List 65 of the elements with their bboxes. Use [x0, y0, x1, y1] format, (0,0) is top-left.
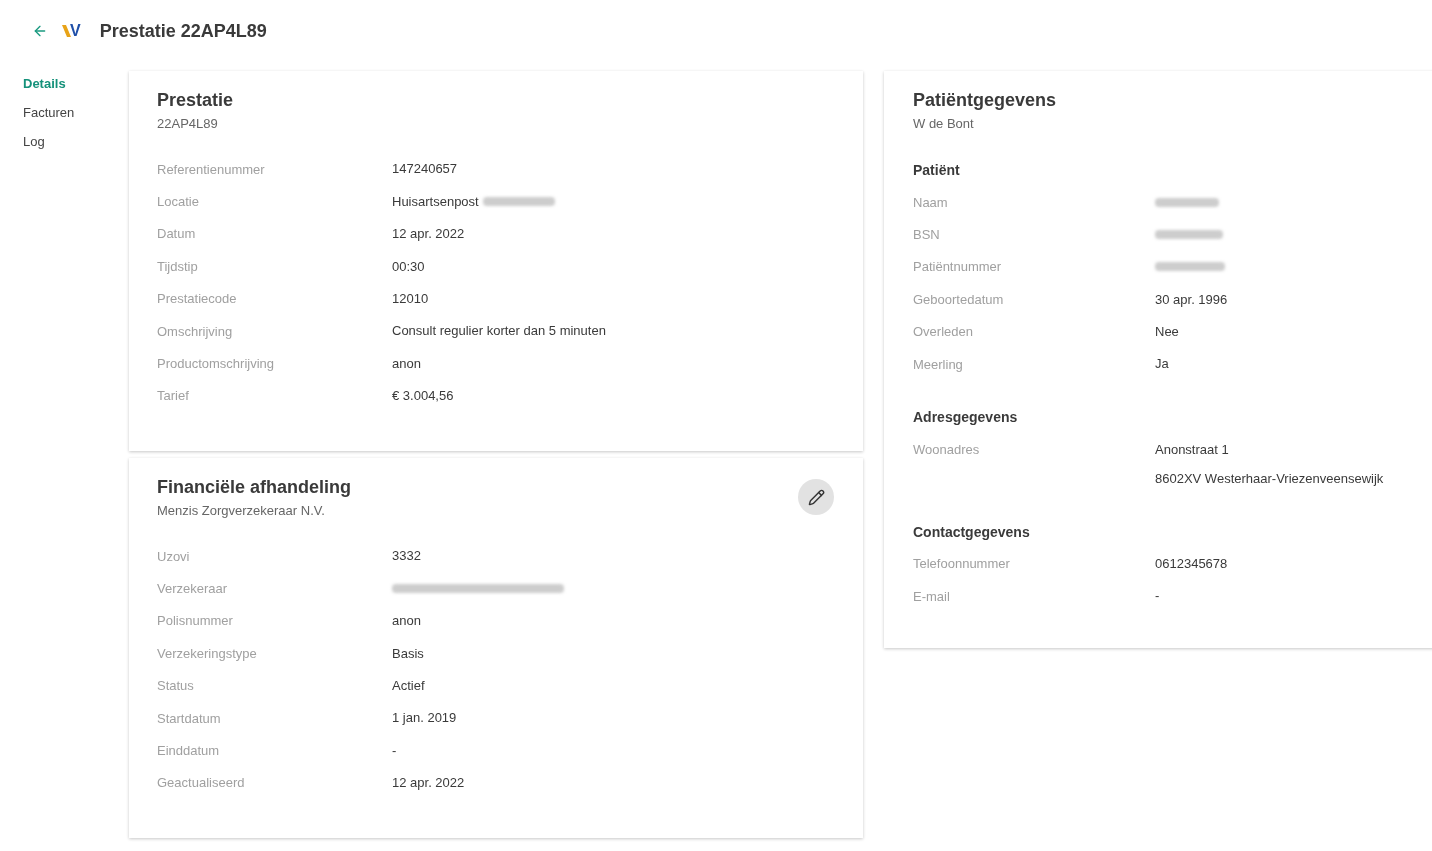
- field-label: Omschrijving: [157, 323, 233, 339]
- field-value: -: [1155, 587, 1160, 606]
- field-label: Uzovi: [157, 548, 190, 564]
- logo-mark-icon: [62, 25, 71, 37]
- section-heading: Adresgegevens: [913, 408, 1019, 428]
- nav-link[interactable]: Facturen: [23, 98, 75, 127]
- field-label: Einddatum: [157, 742, 220, 758]
- card-subtitle: Menzis Zorgverzekeraar N.V.: [157, 502, 326, 520]
- field-label: E-mail: [913, 588, 950, 604]
- field-value: Huisartsenpost: [392, 192, 479, 211]
- field-label: Datum: [157, 226, 196, 242]
- field-label: Geactualiseerd: [157, 775, 245, 791]
- field-label: Productomschrijving: [157, 355, 275, 371]
- field-value: 00:30: [392, 257, 425, 276]
- field-value: € 3.004,56: [392, 387, 454, 406]
- nav-link[interactable]: Log: [23, 127, 45, 156]
- field-value: Actief: [392, 676, 425, 695]
- field-value: Anonstraat 1: [1155, 440, 1229, 459]
- field-label: Locatie: [157, 194, 199, 210]
- field-label: Overleden: [913, 324, 973, 340]
- field-value: 147240657: [392, 160, 458, 179]
- field-label: Polisnummer: [157, 613, 233, 629]
- card-subtitle: W de Bont: [913, 115, 975, 133]
- field-label: BSN: [913, 227, 940, 243]
- field-value: Consult regulier korter dan 5 minuten: [392, 322, 606, 341]
- field-value: 12010: [392, 289, 429, 308]
- field-label: Meerling: [913, 356, 963, 372]
- card-subtitle: 22AP4L89: [157, 115, 219, 133]
- pencil-icon: [807, 488, 825, 506]
- nav-link[interactable]: Details: [23, 69, 66, 98]
- field-label: Referentienummer: [157, 161, 265, 177]
- field-value: 0612345678: [1155, 555, 1228, 574]
- field-value: 1 jan. 2019: [392, 709, 457, 728]
- field-value: anon: [392, 354, 421, 373]
- field-value: anon: [392, 612, 421, 631]
- section-heading: Patiënt: [913, 161, 961, 180]
- field-label: Tarief: [157, 388, 189, 404]
- section-heading: Contactgegevens: [913, 522, 1031, 542]
- field-label: Telefoonnummer: [913, 556, 1010, 572]
- field-label: Status: [157, 678, 194, 694]
- field-value: Ja: [1155, 355, 1169, 374]
- card-title: Patiëntgegevens: [913, 89, 1057, 112]
- field-value: Nee: [1155, 322, 1179, 341]
- field-label: Woonadres: [913, 441, 980, 457]
- field-label: Prestatiecode: [157, 291, 237, 307]
- field-value: 12 apr. 2022: [392, 225, 465, 244]
- page-title: Prestatie 22AP4L89: [99, 19, 267, 43]
- field-value: 3332: [392, 547, 421, 566]
- field-label: Verzekeringstype: [157, 645, 257, 661]
- field-label: Geboortedatum: [913, 291, 1004, 307]
- field-label: Startdatum: [157, 710, 221, 726]
- logo-text: V: [70, 23, 81, 39]
- card-title: Financiële afhandeling: [157, 476, 352, 499]
- field-value: 12 apr. 2022: [392, 774, 465, 793]
- card-title: Prestatie: [157, 89, 234, 112]
- field-value: Basis: [392, 644, 424, 663]
- field-label: Verzekeraar: [157, 581, 228, 597]
- field-value: 30 apr. 1996: [1155, 290, 1228, 309]
- field-value: 8602XV Westerhaar-Vriezenveensewijk: [1155, 469, 1384, 488]
- field-label: Patiëntnummer: [913, 259, 1002, 275]
- field-label: Tijdstip: [157, 258, 198, 274]
- edit-button[interactable]: [798, 479, 834, 515]
- field-value: -: [392, 741, 397, 760]
- field-label: Naam: [913, 194, 948, 210]
- back-button[interactable]: [32, 23, 48, 39]
